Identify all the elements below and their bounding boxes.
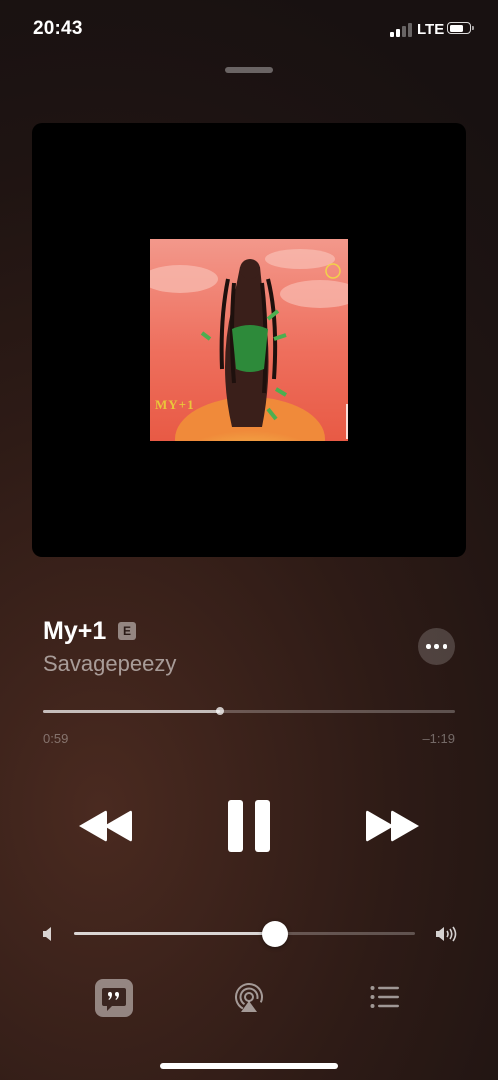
volume-low-icon	[42, 926, 54, 942]
track-title: My+1	[43, 617, 107, 645]
lyrics-quote-icon	[95, 979, 133, 1017]
remaining-time: –1:19	[422, 731, 455, 746]
album-artwork: MY+1	[150, 239, 348, 441]
ellipsis-icon	[426, 644, 431, 649]
artwork-container: MY+1	[32, 123, 466, 557]
rewind-icon	[79, 810, 132, 842]
network-type: LTE	[417, 21, 445, 38]
explicit-badge: E	[118, 622, 136, 640]
airplay-icon	[235, 983, 263, 1012]
pause-icon	[228, 800, 270, 852]
sheet-grabber-handle[interactable]	[225, 67, 273, 73]
queue-button[interactable]	[370, 985, 400, 1009]
volume-slider[interactable]	[74, 921, 415, 947]
pause-button[interactable]	[228, 800, 272, 852]
home-indicator[interactable]	[160, 1063, 338, 1069]
fast-forward-button[interactable]	[363, 809, 421, 843]
battery-icon	[447, 22, 474, 34]
signal-icon	[390, 23, 412, 37]
fast-forward-icon	[366, 810, 419, 842]
status-bar: 20:43 LTE	[0, 0, 498, 60]
airplay-button[interactable]	[233, 982, 265, 1014]
volume-high-icon	[435, 924, 457, 944]
status-time: 20:43	[33, 18, 83, 39]
volume-knob[interactable]	[262, 921, 289, 947]
lyrics-button[interactable]	[95, 979, 133, 1017]
scrubber-knob[interactable]	[216, 707, 225, 715]
artwork-title-text: MY+1	[155, 397, 195, 412]
queue-list-icon	[370, 986, 399, 1008]
playback-scrubber[interactable]	[43, 707, 455, 715]
progress-fill	[43, 710, 221, 713]
artist-name[interactable]: Savagepeezy	[43, 651, 176, 677]
volume-fill	[74, 932, 276, 935]
rewind-button[interactable]	[77, 809, 135, 843]
more-options-button[interactable]	[418, 628, 455, 665]
elapsed-time: 0:59	[43, 731, 69, 746]
